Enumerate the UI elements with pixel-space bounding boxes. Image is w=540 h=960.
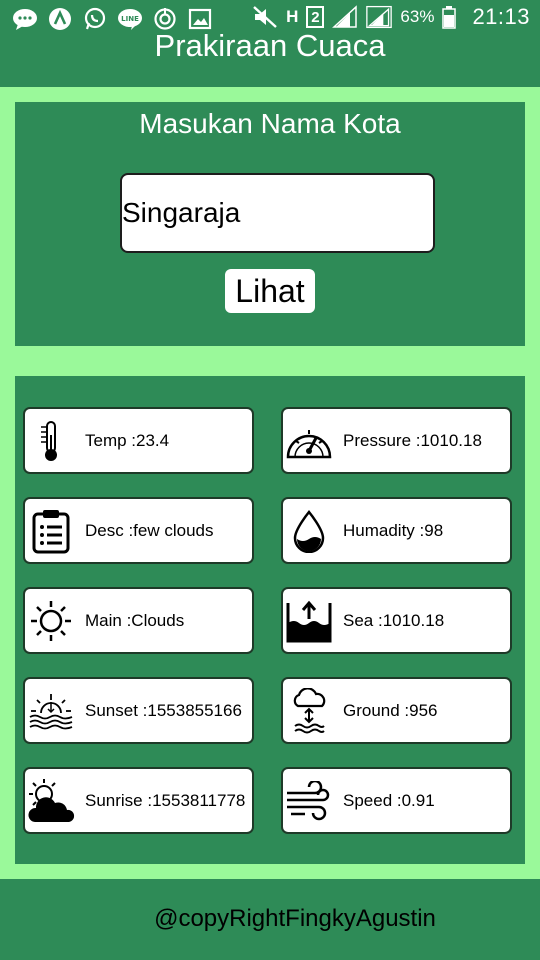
sunrise-value: Sunrise :1553811778 bbox=[85, 790, 246, 810]
gauge-icon bbox=[285, 415, 333, 467]
pressure-card: Pressure :1010.18 bbox=[281, 407, 512, 474]
sunrise-cloud-icon bbox=[27, 775, 75, 827]
pressure-value: Pressure :1010.18 bbox=[343, 430, 482, 450]
system-status: H 2 63% 21:13 bbox=[252, 4, 530, 30]
ground-value: Ground :956 bbox=[343, 700, 438, 720]
sunrise-card: Sunrise :1553811778 bbox=[23, 767, 254, 834]
sea-value: Sea :1010.18 bbox=[343, 610, 445, 630]
network-h-icon: H bbox=[286, 7, 299, 26]
water-drop-icon bbox=[285, 505, 333, 557]
speed-value: Speed :0.91 bbox=[343, 790, 435, 810]
temp-value: Temp :23.4 bbox=[85, 430, 170, 450]
footer: @copyRightFingkyAgustin bbox=[0, 879, 540, 960]
battery-percent: 63% bbox=[400, 7, 435, 26]
thermometer-icon bbox=[27, 415, 75, 467]
sim-2-icon: 2 bbox=[306, 6, 325, 28]
humidity-card: Humadity :98 bbox=[281, 497, 512, 564]
main-card: Main :Clouds bbox=[23, 587, 254, 654]
clock: 21:13 bbox=[472, 4, 530, 29]
mute-icon bbox=[252, 4, 278, 30]
sunset-icon bbox=[27, 685, 75, 737]
temp-card: Temp :23.4 bbox=[23, 407, 254, 474]
city-input[interactable]: Singaraja bbox=[120, 173, 435, 253]
main-value: Main :Clouds bbox=[85, 610, 185, 630]
city-label: Masukan Nama Kota bbox=[139, 108, 401, 139]
signal-icon bbox=[366, 4, 393, 30]
app-title: Prakiraan Cuaca bbox=[154, 28, 386, 63]
city-panel: Masukan Nama Kota Singaraja Lihat bbox=[15, 102, 525, 346]
speed-card: Speed :0.91 bbox=[281, 767, 512, 834]
lihat-button[interactable]: Lihat bbox=[225, 269, 315, 313]
weather-panel: Temp :23.4 Pressure :1010.18 Desc :few c… bbox=[15, 376, 525, 864]
cloud-level-icon bbox=[285, 685, 333, 737]
sea-level-icon bbox=[285, 595, 333, 647]
humidity-value: Humadity :98 bbox=[343, 520, 444, 540]
ground-card: Ground :956 bbox=[281, 677, 512, 744]
sunset-value: Sunset :1553855166 bbox=[85, 700, 242, 720]
signal-icon bbox=[332, 4, 358, 30]
app-bar: LINE H 2 63% 21:13 Prakiraan Cuaca bbox=[0, 0, 540, 87]
wind-icon bbox=[285, 775, 333, 827]
desc-card: Desc :few clouds bbox=[23, 497, 254, 564]
clipboard-icon bbox=[27, 505, 75, 557]
sea-card: Sea :1010.18 bbox=[281, 587, 512, 654]
svg-text:LINE: LINE bbox=[121, 15, 139, 23]
battery-icon bbox=[442, 4, 457, 30]
copyright-text: @copyRightFingkyAgustin bbox=[154, 905, 436, 932]
desc-value: Desc :few clouds bbox=[85, 520, 214, 540]
sunset-card: Sunset :1553855166 bbox=[23, 677, 254, 744]
sun-icon bbox=[27, 595, 75, 647]
